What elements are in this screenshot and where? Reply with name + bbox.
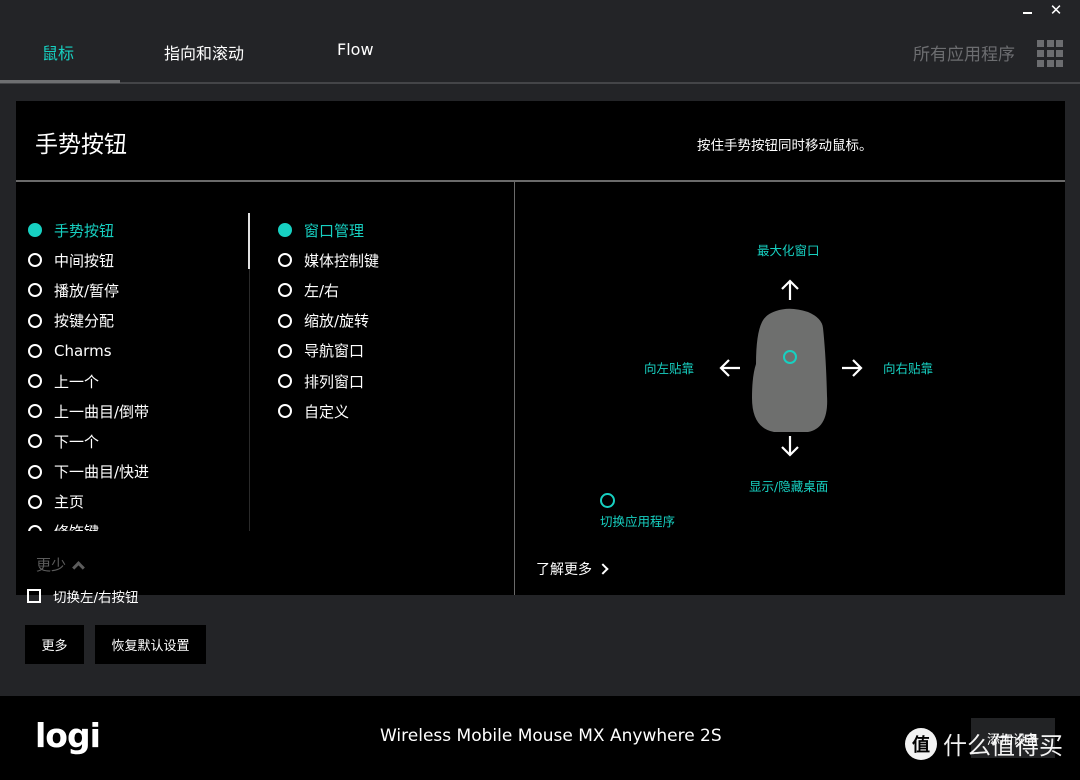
arrow-right-icon (842, 359, 863, 377)
radio-icon (28, 343, 42, 358)
show-less-button[interactable]: 更少 (36, 554, 85, 575)
watermark: 值 什么值得买 (905, 726, 1063, 761)
arrow-up-icon (781, 279, 799, 300)
minimize-button[interactable] (1012, 0, 1042, 22)
gesture-left-label: 向左贴靠 (644, 361, 695, 376)
button-option-previous[interactable]: 上一个 (28, 366, 149, 396)
watermark-badge-icon: 值 (905, 727, 937, 760)
radio-selected-icon (28, 223, 42, 238)
button-option-prev-track[interactable]: 上一曲目/倒带 (28, 396, 149, 426)
tab-mouse[interactable]: 鼠标 (42, 40, 74, 64)
gesture-option-arrange-windows[interactable]: 排列窗口 (278, 366, 379, 396)
gesture-option-navigate-windows[interactable]: 导航窗口 (278, 336, 379, 366)
restore-defaults-button[interactable]: 恢复默认设置 (95, 625, 206, 664)
radio-icon (28, 434, 42, 449)
radio-icon (28, 253, 42, 268)
button-option-charms[interactable]: Charms (28, 336, 149, 366)
button-option-gesture[interactable]: 手势按钮 (28, 215, 149, 245)
gesture-right-label: 向右贴靠 (883, 361, 934, 376)
button-option-home[interactable]: 主页 (28, 487, 149, 517)
radio-selected-icon (278, 223, 292, 238)
tab-divider (0, 82, 1080, 84)
panel-divider (514, 182, 515, 595)
button-option-next[interactable]: 下一个 (28, 426, 149, 456)
active-tab-indicator (0, 80, 120, 83)
checkbox-icon (27, 589, 41, 603)
device-name: Wireless Mobile Mouse MX Anywhere 2S (380, 726, 722, 746)
radio-icon (278, 404, 292, 419)
gesture-option-left-right[interactable]: 左/右 (278, 275, 379, 305)
radio-icon (278, 374, 292, 389)
gesture-down-label: 显示/隐藏桌面 (749, 479, 829, 494)
gesture-mode-list: 窗口管理 媒体控制键 左/右 缩放/旋转 导航窗口 排列窗口 自定义 (278, 215, 379, 426)
chevron-right-icon (597, 563, 609, 575)
button-option-modifier[interactable]: 修饰键 (28, 517, 149, 531)
list-scrollbar-thumb[interactable] (248, 213, 250, 269)
gesture-up-label: 最大化窗口 (757, 243, 820, 258)
gesture-option-zoom-rotate[interactable]: 缩放/旋转 (278, 306, 379, 336)
button-option-middle[interactable]: 中间按钮 (28, 245, 149, 275)
panel-title: 手势按钮 (35, 132, 127, 158)
more-button[interactable]: 更多 (25, 625, 84, 664)
button-option-keystroke[interactable]: 按键分配 (28, 306, 149, 336)
minimize-icon (1022, 12, 1032, 14)
chevron-up-icon (72, 560, 85, 574)
gesture-button-panel: 手势按钮 按住手势按钮同时移动鼠标。 手势按钮 中间按钮 播放/暂停 按键分配 … (16, 101, 1065, 595)
gesture-option-custom[interactable]: 自定义 (278, 396, 379, 426)
swap-buttons-checkbox[interactable]: 切换左/右按钮 (27, 586, 139, 606)
tab-point-and-scroll[interactable]: 指向和滚动 (164, 40, 244, 64)
radio-icon (28, 313, 42, 328)
radio-icon (28, 283, 42, 298)
close-button[interactable]: ✕ (1041, 0, 1071, 22)
arrow-left-icon (719, 359, 740, 377)
panel-header: 手势按钮 按住手势按钮同时移动鼠标。 (16, 101, 1065, 182)
grid-icon[interactable] (1037, 40, 1064, 67)
radio-icon (28, 494, 42, 509)
radio-icon (278, 313, 292, 328)
all-apps-link[interactable]: 所有应用程序 (913, 40, 1015, 65)
radio-icon (278, 253, 292, 268)
radio-icon (278, 343, 292, 358)
gesture-click-label: 切换应用程序 (600, 514, 676, 529)
button-option-play-pause[interactable]: 播放/暂停 (28, 275, 149, 305)
tab-flow[interactable]: Flow (337, 40, 374, 59)
close-icon: ✕ (1049, 1, 1063, 19)
logi-logo: logi (35, 716, 101, 755)
arrow-down-icon (781, 436, 799, 457)
radio-icon (28, 524, 42, 531)
learn-more-link[interactable]: 了解更多 (536, 559, 609, 579)
gesture-option-window-management[interactable]: 窗口管理 (278, 215, 379, 245)
mouse-body (752, 308, 828, 432)
button-option-next-track[interactable]: 下一曲目/快进 (28, 457, 149, 487)
footer: logi Wireless Mobile Mouse MX Anywhere 2… (0, 696, 1080, 780)
radio-icon (28, 374, 42, 389)
panel-hint: 按住手势按钮同时移动鼠标。 (697, 138, 873, 154)
gesture-option-media[interactable]: 媒体控制键 (278, 245, 379, 275)
radio-icon (278, 283, 292, 298)
radio-icon (28, 464, 42, 479)
radio-icon (28, 404, 42, 419)
watermark-text: 什么值得买 (943, 732, 1063, 760)
click-gesture-circle-icon (600, 493, 615, 508)
button-list: 手势按钮 中间按钮 播放/暂停 按键分配 Charms 上一个 上一曲目/倒带 … (28, 215, 149, 531)
